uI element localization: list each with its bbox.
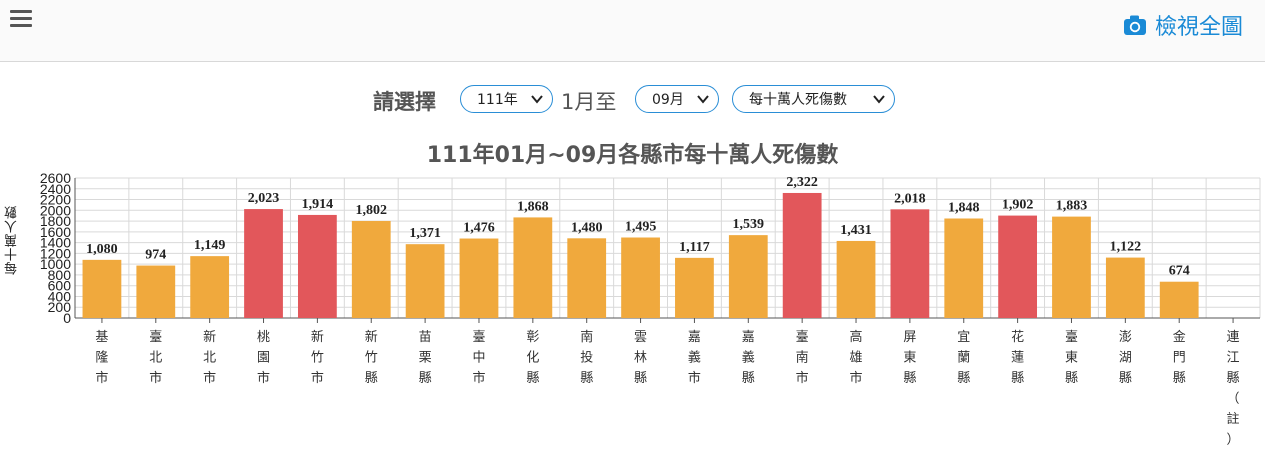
data-label: 1,080 (86, 242, 118, 257)
bar (513, 217, 553, 318)
x-tick-label: 南投縣 (580, 329, 593, 386)
bar (1105, 257, 1145, 318)
bar (944, 218, 984, 318)
data-label: 674 (1169, 264, 1190, 279)
x-tick-label: 宜蘭縣 (957, 330, 970, 386)
data-label: 974 (145, 248, 166, 263)
bar (836, 240, 876, 318)
bar (297, 214, 337, 318)
bar (621, 237, 660, 318)
data-label: 1,868 (517, 199, 549, 214)
data-label: 1,902 (1002, 198, 1034, 213)
x-tick-label: 臺南市 (796, 330, 809, 386)
bar (567, 238, 607, 318)
x-tick-label: 連江縣（註） (1227, 330, 1240, 448)
x-tick-label: 雲林縣 (634, 330, 647, 386)
x-tick-label: 臺東縣 (1065, 330, 1078, 386)
x-tick-label: 花蓮縣 (1011, 329, 1024, 386)
x-tick-label: 臺北市 (149, 330, 162, 386)
data-label: 1,149 (194, 238, 226, 253)
bar (728, 235, 768, 318)
bar-chart: 0200400600800100012001400160018002000220… (40, 170, 1261, 448)
x-tick-label: 苗栗縣 (419, 330, 432, 386)
data-label: 1,883 (1056, 199, 1088, 214)
x-tick-label: 金門縣 (1173, 329, 1186, 386)
bar (190, 256, 230, 318)
x-tick-label: 新竹市 (311, 329, 324, 386)
x-tick-label: 屏東縣 (903, 330, 916, 386)
x-tick-label: 嘉義縣 (742, 330, 755, 386)
bar (782, 192, 822, 318)
x-tick-label: 澎湖縣 (1119, 330, 1132, 386)
data-label: 1,848 (948, 200, 980, 215)
x-tick-label: 基隆市 (95, 330, 108, 386)
data-label: 1,539 (733, 217, 765, 232)
bar (82, 259, 122, 318)
x-tick-label: 臺中市 (472, 330, 485, 386)
x-tick-label: 高雄市 (850, 329, 863, 386)
data-label: 1,495 (625, 220, 657, 235)
data-label: 1,802 (356, 203, 388, 218)
bar (890, 209, 930, 318)
bar (1159, 281, 1199, 318)
bar (136, 265, 176, 318)
y-tick-label: 2600 (40, 170, 71, 186)
bar (459, 238, 499, 318)
data-label: 1,117 (679, 240, 710, 255)
bar (351, 220, 391, 318)
data-label: 1,476 (463, 221, 495, 236)
bar (998, 215, 1038, 318)
bar (244, 209, 283, 318)
data-label: 1,122 (1110, 240, 1142, 255)
bar (405, 244, 445, 318)
data-label: 2,023 (248, 191, 280, 206)
data-label: 1,914 (302, 197, 334, 212)
bar (1052, 216, 1091, 318)
bar (675, 257, 714, 318)
data-label: 1,480 (571, 220, 603, 235)
data-label: 1,371 (409, 226, 441, 241)
x-tick-label: 桃園市 (257, 330, 270, 386)
data-label: 1,431 (840, 223, 872, 238)
data-label: 2,322 (786, 175, 818, 190)
x-tick-label: 新竹縣 (365, 329, 378, 386)
x-tick-label: 嘉義市 (688, 330, 701, 386)
x-tick-label: 彰化縣 (526, 329, 539, 386)
x-tick-label: 新北市 (203, 329, 216, 386)
data-label: 2,018 (894, 191, 926, 206)
